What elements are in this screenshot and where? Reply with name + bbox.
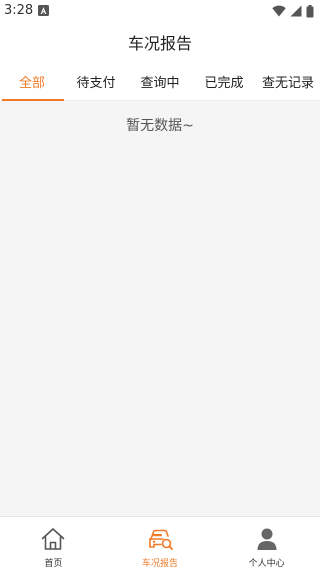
nav-label: 首页 (44, 559, 63, 569)
bottom-nav: 首页 车况报告 个人中心 (0, 516, 320, 573)
notification-a-icon (38, 5, 49, 16)
home-icon (42, 528, 65, 550)
report-list-area[interactable]: 暂无数据~ (0, 101, 320, 516)
user-icon (257, 528, 277, 550)
tab-completed[interactable]: 已完成 (192, 62, 256, 100)
battery-icon (306, 4, 314, 17)
tab-label: 全部 (18, 75, 45, 91)
wifi-icon (272, 5, 286, 17)
filter-tabs: 全部 待支付 查询中 已完成 查无记录 (0, 62, 320, 101)
nav-item-profile[interactable]: 个人中心 (213, 517, 320, 573)
empty-state-text: 暂无数据~ (126, 118, 194, 134)
app-screen: 3:28 车况报告 全部 待支付 查询中 已完成 查无记录 暂无数据~ 首页 车… (0, 0, 320, 573)
signal-icon (290, 5, 302, 17)
nav-label: 车况报告 (142, 559, 179, 569)
tab-label: 查询中 (140, 75, 180, 91)
nav-item-home[interactable]: 首页 (0, 517, 107, 573)
tab-label: 查无记录 (261, 75, 314, 91)
status-icons (272, 4, 314, 18)
tab-label: 已完成 (204, 75, 244, 91)
nav-item-car-report[interactable]: 车况报告 (107, 517, 214, 573)
tab-no-record[interactable]: 查无记录 (256, 62, 320, 100)
tab-all[interactable]: 全部 (0, 62, 64, 101)
tab-label: 待支付 (76, 75, 116, 91)
status-bar: 3:28 (0, 0, 320, 24)
tab-querying[interactable]: 查询中 (128, 62, 192, 100)
nav-label: 个人中心 (248, 559, 285, 569)
page-title: 车况报告 (127, 34, 192, 53)
title-bar: 车况报告 (0, 24, 320, 60)
tab-pending-payment[interactable]: 待支付 (64, 62, 128, 100)
car-report-icon (149, 529, 173, 550)
status-time: 3:28 (4, 3, 34, 18)
